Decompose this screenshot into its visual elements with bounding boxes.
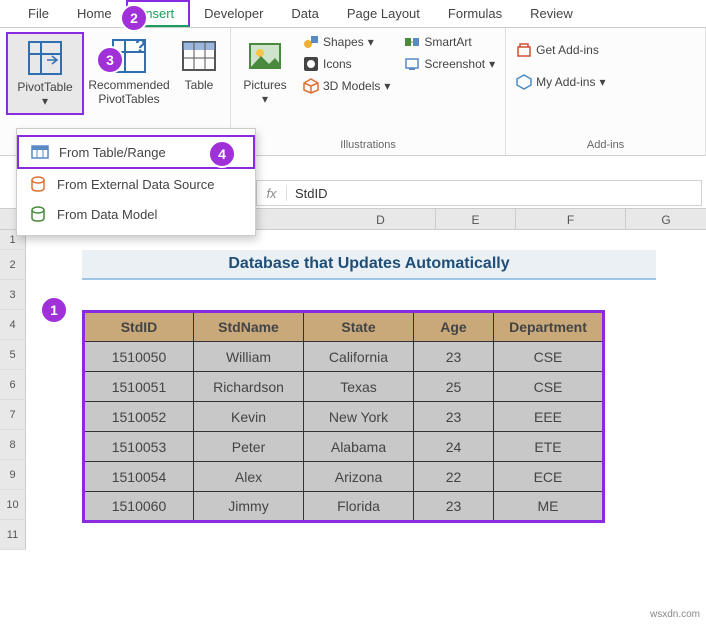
pictures-label: Pictures [243, 78, 286, 92]
row-header[interactable]: 4 [0, 310, 26, 340]
shapes-button[interactable]: Shapes▾ [299, 32, 394, 52]
data-table[interactable]: StdID StdName State Age Department 15100… [82, 310, 605, 523]
tab-home[interactable]: Home [63, 2, 126, 25]
pictures-icon [245, 36, 285, 76]
row-header[interactable]: 3 [0, 280, 26, 310]
ribbon-tabs: File Home Insert Developer Data Page Lay… [0, 0, 706, 28]
header-cell[interactable]: StdName [194, 312, 304, 342]
ribbon-group-label-illustrations: Illustrations [237, 139, 499, 153]
screenshot-icon [404, 56, 420, 72]
row-header[interactable]: 10 [0, 490, 26, 520]
ribbon-group-illustrations: Pictures ▾ Shapes▾ Icons 3D Models▾ [231, 28, 506, 155]
table-row: 1510060JimmyFlorida23ME [84, 492, 604, 522]
external-data-icon [29, 175, 47, 193]
screenshot-button[interactable]: Screenshot▾ [400, 54, 499, 74]
table-row: 1510053PeterAlabama24ETE [84, 432, 604, 462]
my-addins-button[interactable]: My Add-ins▾ [512, 72, 609, 92]
chevron-down-icon: ▾ [262, 92, 268, 106]
addin-icon [516, 74, 532, 90]
tab-formulas[interactable]: Formulas [434, 2, 516, 25]
svg-text:?: ? [135, 38, 146, 56]
pivottable-button[interactable]: PivotTable ▾ [6, 32, 84, 115]
table-button[interactable]: Table [174, 32, 224, 96]
col-header[interactable]: F [516, 209, 626, 229]
menu-from-data-model[interactable]: From Data Model [17, 199, 255, 229]
col-header[interactable]: G [626, 209, 706, 229]
watermark: wsxdn.com [650, 609, 700, 620]
pictures-button[interactable]: Pictures ▾ [237, 32, 293, 111]
row-header[interactable]: 11 [0, 520, 26, 550]
table-row: 1510050WilliamCalifornia23CSE [84, 342, 604, 372]
icons-icon [303, 56, 319, 72]
formula-value[interactable]: StdID [287, 186, 328, 201]
table-icon [179, 36, 219, 76]
cube-icon [303, 78, 319, 94]
sheet-content: Database that Updates Automatically StdI… [26, 230, 706, 523]
shapes-icon [303, 34, 319, 50]
ribbon-group-label-addins: Add-ins [512, 139, 699, 153]
spreadsheet-grid: 1 2 3 4 5 6 7 8 9 10 11 Database that Up… [0, 230, 706, 624]
tab-page-layout[interactable]: Page Layout [333, 2, 434, 25]
table-label: Table [185, 78, 214, 92]
header-cell[interactable]: StdID [84, 312, 194, 342]
table-header-row: StdID StdName State Age Department [84, 312, 604, 342]
ribbon-group-addins: Get Add-ins My Add-ins▾ Add-ins [506, 28, 706, 155]
tab-data[interactable]: Data [277, 2, 332, 25]
row-header[interactable]: 5 [0, 340, 26, 370]
callout-badge-2: 2 [120, 4, 148, 32]
row-headers: 1 2 3 4 5 6 7 8 9 10 11 [0, 230, 26, 550]
tab-developer[interactable]: Developer [190, 2, 277, 25]
callout-badge-3: 3 [96, 46, 124, 74]
formula-bar[interactable]: fx StdID [256, 180, 702, 206]
pivottable-icon [25, 38, 65, 78]
fx-icon[interactable]: fx [257, 186, 287, 201]
store-icon [516, 42, 532, 58]
callout-badge-1: 1 [40, 296, 68, 324]
table-row: 1510051RichardsonTexas25CSE [84, 372, 604, 402]
chevron-down-icon: ▾ [42, 94, 48, 108]
table-title[interactable]: Database that Updates Automatically [82, 250, 656, 280]
pivottable-label: PivotTable [17, 80, 72, 94]
row-header[interactable]: 7 [0, 400, 26, 430]
table-row: 1510052KevinNew York23EEE [84, 402, 604, 432]
smartart-button[interactable]: SmartArt [400, 32, 499, 52]
header-cell[interactable]: State [304, 312, 414, 342]
data-model-icon [29, 205, 47, 223]
row-header[interactable]: 8 [0, 430, 26, 460]
tab-file[interactable]: File [14, 2, 63, 25]
table-small-icon [31, 143, 49, 161]
row-header[interactable]: 2 [0, 250, 26, 280]
header-cell[interactable]: Age [414, 312, 494, 342]
icons-button[interactable]: Icons [299, 54, 394, 74]
col-header[interactable]: D [326, 209, 436, 229]
menu-from-external[interactable]: From External Data Source [17, 169, 255, 199]
col-header[interactable]: E [436, 209, 516, 229]
header-cell[interactable]: Department [494, 312, 604, 342]
row-header[interactable]: 6 [0, 370, 26, 400]
smartart-icon [404, 34, 420, 50]
recommended-pivottables-label: Recommended PivotTables [88, 78, 169, 107]
3d-models-button[interactable]: 3D Models▾ [299, 76, 394, 96]
tab-review[interactable]: Review [516, 2, 587, 25]
row-header[interactable]: 9 [0, 460, 26, 490]
table-row: 1510054AlexArizona22ECE [84, 462, 604, 492]
get-addins-button[interactable]: Get Add-ins [512, 40, 609, 60]
callout-badge-4: 4 [208, 140, 236, 168]
